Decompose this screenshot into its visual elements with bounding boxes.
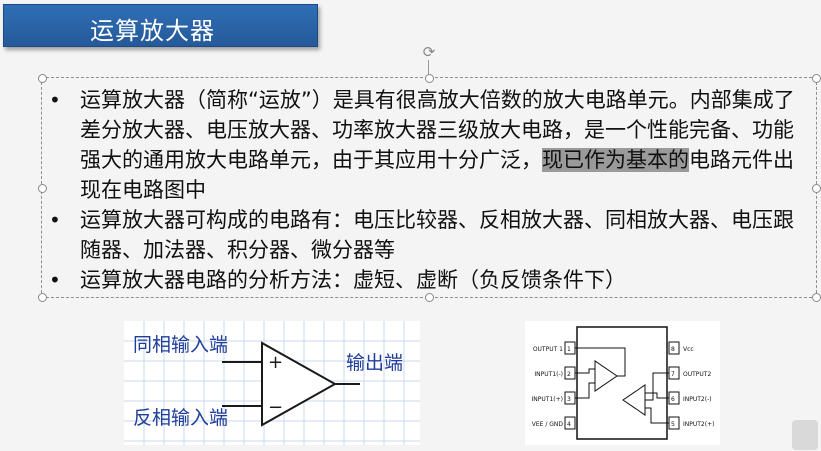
pin-label-input2-neg: INPUT2(-) [683, 396, 712, 403]
dual-opamp-ic-figure[interactable]: 1 2 3 4 8 7 6 5 OUTPUT 1 INPUT1(-) INPUT… [525, 321, 720, 445]
inverting-input-label: 反相输入端 [133, 407, 228, 429]
plus-sign: + [268, 352, 283, 373]
pin-label-vcc: Vcc [683, 346, 694, 353]
pin-label-input1-neg: INPUT1(-) [534, 371, 563, 378]
resize-handle-middle-right[interactable] [812, 184, 821, 193]
pin-num-6: 6 [671, 396, 675, 403]
pin-num-1: 1 [567, 346, 571, 353]
pin-num-8: 8 [671, 346, 675, 353]
noninverting-input-label: 同相输入端 [133, 334, 228, 356]
opamp-symbol-figure[interactable]: + − 同相输入端 反相输入端 输出端 [124, 321, 420, 445]
pin-num-3: 3 [567, 396, 571, 403]
pin-num-4: 4 [567, 421, 571, 428]
pin-label-output1: OUTPUT 1 [533, 346, 563, 353]
bullet-item-circuits: 运算放大器可构成的电路有：电压比较器、反相放大器、同相放大器、电压跟随器、加法器… [49, 205, 809, 265]
resize-handle-top-middle[interactable] [425, 74, 434, 83]
pin-label-input2-pos: INPUT2(+) [683, 421, 714, 428]
pin-label-output2: OUTPUT2 [683, 371, 711, 378]
bullet-list[interactable]: 运算放大器（简称“运放”）是具有很高放大倍数的放大电路单元。内部集成了差分放大器… [49, 85, 809, 295]
title-bar: 运算放大器 [3, 4, 318, 47]
bullet-text-2: 运算放大器可构成的电路有：电压比较器、反相放大器、同相放大器、电压跟随器、加法器… [80, 208, 794, 262]
pin-num-5: 5 [671, 421, 675, 428]
slide-canvas: 运算放大器 ⟳ 运算放大器（简称“运放”）是具有很高放大倍数的放大电路单元。内部… [0, 0, 821, 451]
resize-handle-bottom-left[interactable] [38, 293, 47, 302]
opamp-symbol-diagram: + − 同相输入端 反相输入端 输出端 [124, 321, 420, 445]
resize-handle-top-left[interactable] [38, 74, 47, 83]
pin-num-2: 2 [567, 371, 571, 378]
pin-label-input1-pos: INPUT1(+) [532, 396, 563, 403]
resize-handle-top-right[interactable] [812, 74, 821, 83]
side-scroll-handle[interactable] [792, 420, 818, 450]
bullet-item-definition: 运算放大器（简称“运放”）是具有很高放大倍数的放大电路单元。内部集成了差分放大器… [49, 85, 809, 205]
minus-sign: − [268, 397, 283, 418]
pin-label-vee-gnd: VEE / GND [532, 421, 564, 428]
output-label: 输出端 [346, 352, 403, 374]
pin-num-7: 7 [671, 371, 675, 378]
bullet-item-analysis: 运算放大器电路的分析方法：虚短、虚断（负反馈条件下） [49, 265, 809, 295]
bullet-text-3: 运算放大器电路的分析方法：虚短、虚断（负反馈条件下） [80, 268, 626, 292]
selected-text-highlight: 现已作为基本的 [542, 148, 689, 172]
resize-handle-bottom-right[interactable] [812, 293, 821, 302]
rotate-handle-icon[interactable]: ⟳ [421, 44, 437, 60]
slide-title: 运算放大器 [90, 17, 215, 45]
resize-handle-middle-left[interactable] [38, 184, 47, 193]
ic-pinout-diagram: 1 2 3 4 8 7 6 5 OUTPUT 1 INPUT1(-) INPUT… [532, 326, 714, 440]
